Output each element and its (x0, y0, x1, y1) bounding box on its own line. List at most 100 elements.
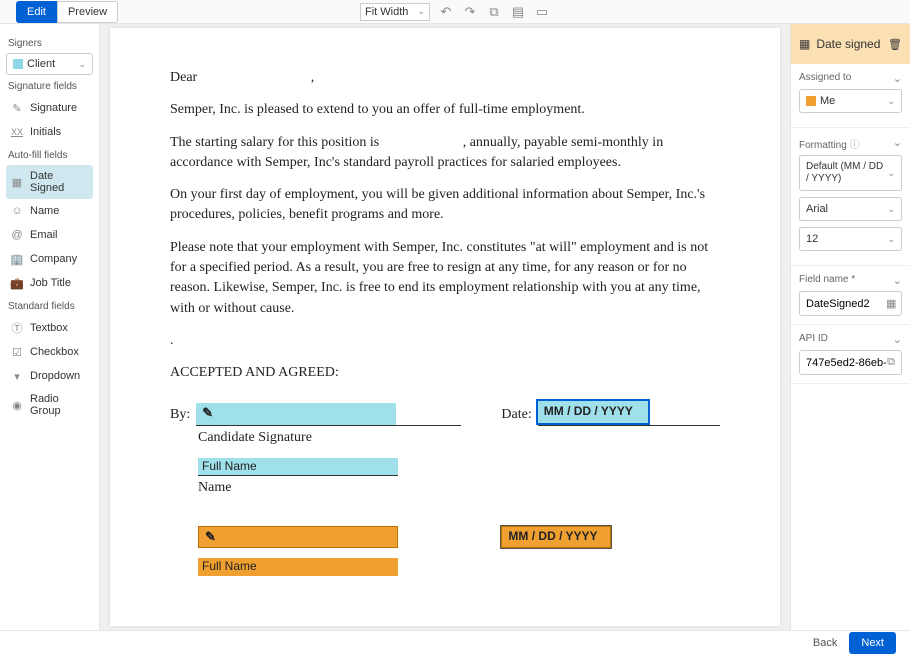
delete-icon[interactable]: 🗑 (888, 38, 902, 51)
pen-icon: ✎ (205, 528, 216, 547)
field-dropdown[interactable]: ▾ Dropdown (6, 364, 93, 388)
comma: , (311, 70, 315, 85)
mode-tabs: Edit Preview (16, 1, 118, 23)
field-label: Company (30, 253, 77, 265)
layout-icon[interactable]: ▭ (534, 4, 550, 20)
api-id-label: API ID (799, 333, 828, 346)
date-signed-field-me[interactable]: MM / DD / YYYY (501, 526, 611, 548)
fullname-placeholder: Full Name (202, 558, 257, 575)
field-name-input-wrap: ▦ (799, 291, 902, 316)
paste-icon[interactable]: ▤ (510, 4, 526, 20)
chevron-down-icon[interactable]: ⌄ (893, 333, 902, 346)
copy-icon[interactable]: ⧉ (887, 356, 895, 369)
textbox-icon: Ⓣ (10, 321, 24, 335)
footer: Back Next (0, 630, 910, 654)
chevron-down-icon: ⌄ (887, 204, 895, 215)
date-format-value: Default (MM / DD / YYYY) (806, 161, 887, 185)
date-placeholder: MM / DD / YYYY (544, 403, 633, 420)
chevron-down-icon[interactable]: ⌄ (893, 136, 902, 151)
field-signature[interactable]: ✎ Signature (6, 96, 93, 120)
redo-icon[interactable]: ↷ (462, 4, 478, 20)
chevron-down-icon: ⌄ (887, 168, 895, 179)
tab-edit[interactable]: Edit (16, 1, 57, 23)
zoom-select[interactable]: Fit Width ⌄ (360, 3, 430, 21)
field-name-label: Field name * (799, 274, 855, 287)
radio-icon: ◉ (10, 398, 24, 412)
font-select[interactable]: Arial ⌄ (799, 197, 902, 221)
font-size-value: 12 (806, 233, 818, 245)
fullname-field-me[interactable]: Full Name (198, 558, 398, 576)
signer-dropdown[interactable]: Client ⌄ (6, 53, 93, 75)
field-label: Signature (30, 102, 77, 114)
paragraph-3: On your first day of employment, you wil… (170, 185, 720, 226)
chevron-down-icon: ⌄ (887, 234, 895, 245)
field-label: Checkbox (30, 346, 79, 358)
api-id-input-wrap: ⧉ (799, 350, 902, 375)
panel-title: Date signed (816, 37, 880, 51)
field-date-signed[interactable]: ▦ Date Signed (6, 165, 93, 199)
field-email[interactable]: @ Email (6, 223, 93, 247)
field-name-input[interactable] (806, 298, 886, 310)
field-name[interactable]: ☺ Name (6, 199, 93, 223)
field-job-title[interactable]: 💼 Job Title (6, 271, 93, 295)
signer-color-swatch (13, 59, 23, 69)
dropdown-icon: ▾ (10, 369, 24, 383)
assigned-to-value: Me (820, 95, 835, 107)
field-textbox[interactable]: Ⓣ Textbox (6, 316, 93, 340)
date-format-select[interactable]: Default (MM / DD / YYYY) ⌄ (799, 155, 902, 191)
field-label: Date Signed (30, 170, 89, 194)
dot-line: . (170, 331, 720, 351)
accepted-heading: ACCEPTED AND AGREED: (170, 363, 720, 383)
back-button[interactable]: Back (813, 637, 837, 649)
merge-field-icon[interactable]: ▦ (886, 297, 896, 310)
field-label: Initials (30, 126, 61, 138)
date-signed-field-client[interactable]: MM / DD / YYYY (538, 401, 648, 423)
field-label: Textbox (30, 322, 68, 334)
info-icon[interactable]: ⓘ (850, 140, 860, 151)
undo-icon[interactable]: ↶ (438, 4, 454, 20)
paragraph-1: Semper, Inc. is pleased to extend to you… (170, 100, 720, 120)
copy-icon[interactable]: ⧉ (486, 4, 502, 20)
font-size-select[interactable]: 12 ⌄ (799, 227, 902, 251)
sigfields-heading: Signature fields (8, 81, 93, 92)
signature-field-me[interactable]: ✎ (198, 526, 398, 548)
formatting-label: Formatting (799, 140, 847, 151)
building-icon: 🏢 (10, 252, 24, 266)
autofill-heading: Auto-fill fields (8, 150, 93, 161)
initials-icon: XX (10, 125, 24, 139)
field-company[interactable]: 🏢 Company (6, 247, 93, 271)
pen-icon: ✎ (202, 404, 213, 423)
field-checkbox[interactable]: ☑ Checkbox (6, 340, 93, 364)
chevron-down-icon[interactable]: ⌄ (893, 274, 902, 287)
font-value: Arial (806, 203, 828, 215)
field-initials[interactable]: XX Initials (6, 120, 93, 144)
field-radio-group[interactable]: ◉ Radio Group (6, 388, 93, 422)
paragraph-4: Please note that your employment with Se… (170, 238, 720, 319)
person-icon: ☺ (10, 204, 24, 218)
tab-preview[interactable]: Preview (57, 1, 118, 23)
api-id-input[interactable] (806, 357, 886, 369)
assigned-to-label: Assigned to (799, 72, 851, 85)
assigned-to-select[interactable]: Me ⌄ (799, 89, 902, 113)
field-label: Dropdown (30, 370, 80, 382)
signers-heading: Signers (8, 38, 93, 49)
document-page[interactable]: Dear , Semper, Inc. is pleased to extend… (110, 28, 780, 626)
field-label: Radio Group (30, 393, 89, 417)
toolbar-center: Fit Width ⌄ ↶ ↷ ⧉ ▤ ▭ (360, 3, 550, 21)
field-label: Job Title (30, 277, 71, 289)
chevron-down-icon: ⌄ (887, 96, 895, 107)
at-icon: @ (10, 228, 24, 242)
date-label: Date: (501, 405, 531, 425)
by-label: By: (170, 405, 190, 425)
calendar-icon: ▦ (10, 175, 24, 189)
candidate-signature-label: Candidate Signature (198, 428, 461, 448)
signature-field-client[interactable]: ✎ (196, 403, 396, 425)
field-label: Name (30, 205, 59, 217)
next-button[interactable]: Next (849, 632, 896, 654)
paragraph-2a: The starting salary for this position is (170, 135, 383, 150)
dear-label: Dear (170, 70, 197, 85)
signer-color-swatch (806, 96, 816, 106)
chevron-down-icon[interactable]: ⌄ (893, 72, 902, 85)
zoom-value: Fit Width (365, 6, 408, 18)
fullname-field-client[interactable]: Full Name (198, 458, 398, 476)
